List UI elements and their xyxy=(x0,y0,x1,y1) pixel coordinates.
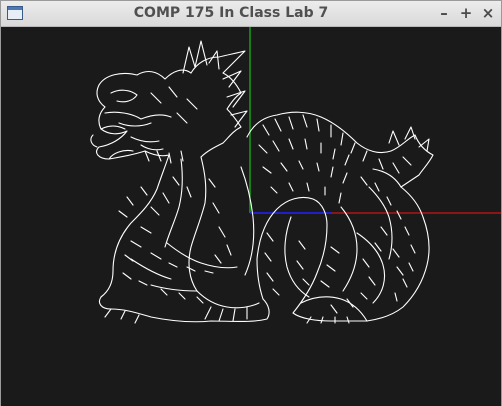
close-icon[interactable]: × xyxy=(478,4,498,23)
window-title: COMP 175 In Class Lab 7 xyxy=(133,5,329,21)
scene-canvas xyxy=(90,27,501,324)
dragon-wireframe xyxy=(90,40,434,324)
title-bar[interactable]: COMP 175 In Class Lab 7 – + × xyxy=(1,1,501,27)
opengl-viewport[interactable] xyxy=(1,27,501,406)
app-window: COMP 175 In Class Lab 7 – + × xyxy=(0,0,502,406)
maximize-icon[interactable]: + xyxy=(456,4,476,23)
minimize-icon[interactable]: – xyxy=(434,4,454,23)
